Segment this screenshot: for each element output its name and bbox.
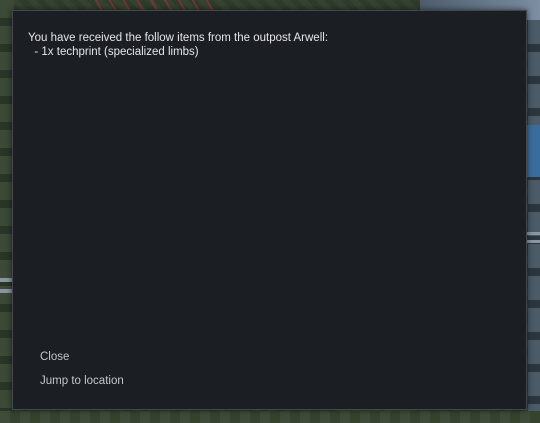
fence-segment [526, 232, 540, 235]
letter-message: You have received the follow items from … [28, 31, 511, 59]
message-line: - 1x techprint (specialized limbs) [28, 46, 199, 58]
wall-structure [528, 20, 540, 420]
letter-dialog: You have received the follow items from … [12, 10, 527, 410]
jump-to-location-option[interactable]: Jump to location [40, 374, 124, 388]
message-line: You have received the follow items from … [28, 32, 329, 44]
blue-floor-tile [526, 125, 540, 177]
ground-strip [0, 411, 540, 423]
fence-segment [526, 240, 540, 243]
close-option[interactable]: Close [40, 350, 69, 364]
